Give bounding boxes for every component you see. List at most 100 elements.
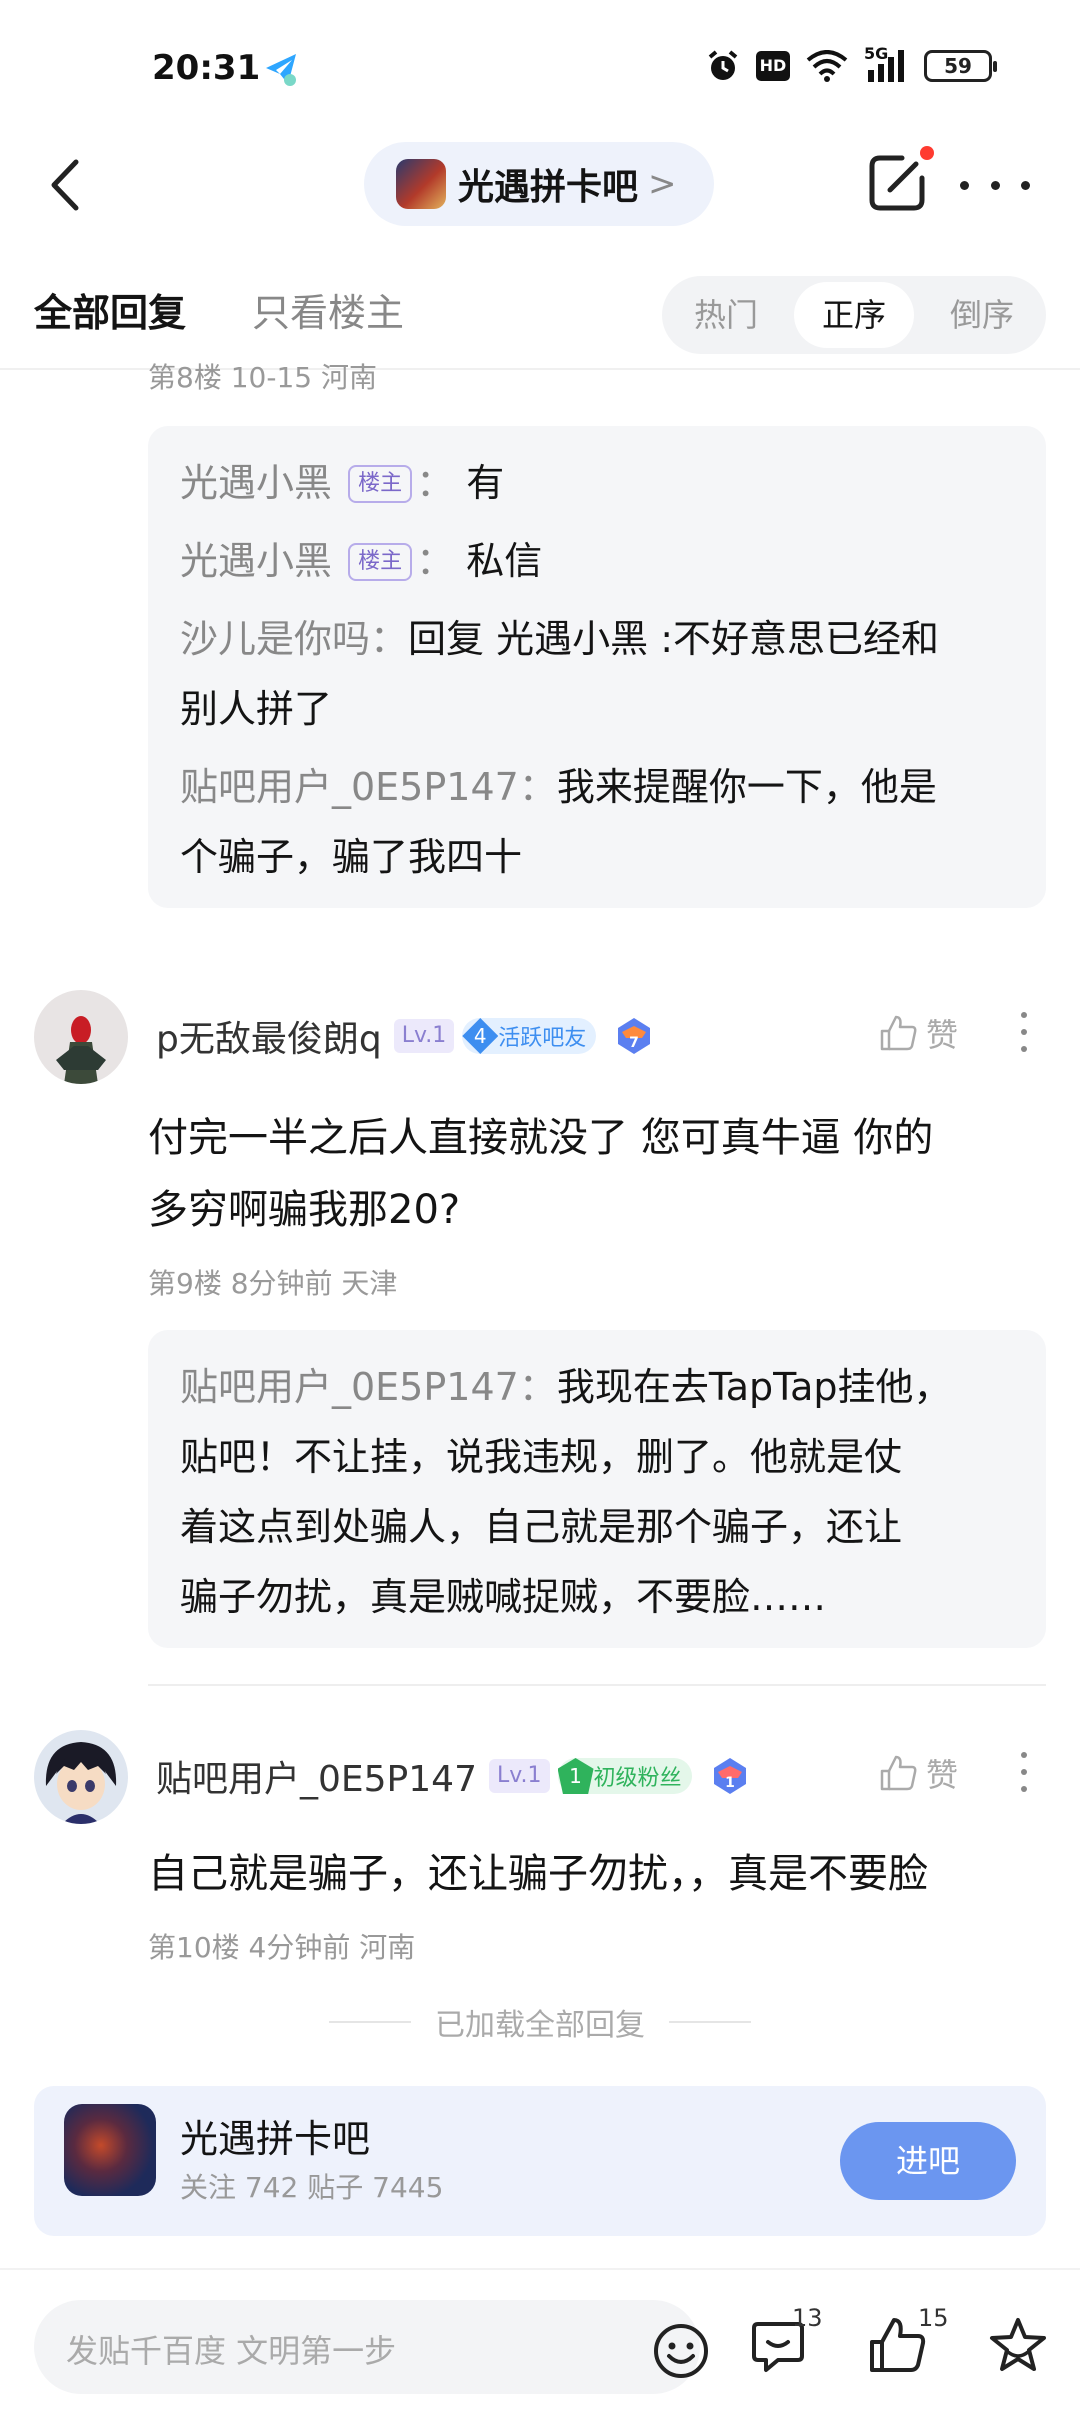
forum-avatar: [396, 159, 446, 209]
post-text-line: 付完一半之后人直接就没了 您可真牛逼 你的: [148, 1115, 934, 1161]
wifi-icon: [806, 50, 848, 82]
hd-icon: HD: [756, 51, 790, 81]
user-info-row: 贴吧用户_0E5P147 Lv.1 1 初级粉丝 1: [156, 1746, 750, 1806]
sub-reply-text: 个骗子，骗了我四十: [180, 835, 523, 879]
reply-input[interactable]: 发贴千百度 文明第一步: [34, 2300, 708, 2394]
member-badge: 4 活跃吧友: [462, 1018, 597, 1054]
post-more-icon[interactable]: [1018, 1012, 1030, 1052]
user-info-row: p无敌最俊朗q Lv.1 4 活跃吧友 7: [156, 1006, 654, 1066]
post-content: 自己就是骗子，还让骗子勿扰，，真是不要脸: [148, 1851, 928, 1897]
sort-segmented-control: 热门 正序 倒序: [662, 276, 1046, 354]
reply-filter-bar: 全部回复 只看楼主 热门 正序 倒序: [0, 260, 1080, 370]
forum-name: 光遇拼卡吧: [458, 167, 639, 208]
like-button[interactable]: 赞: [878, 1010, 958, 1056]
sub-reply-user[interactable]: 贴吧用户_0E5P147: [180, 765, 519, 809]
rank-number: 7: [629, 1035, 639, 1051]
sub-reply-text: 有: [466, 461, 505, 505]
post-detail-page: 20:31 HD 5G 59 光遇拼卡吧 > 全部回复 只看楼主 热门 正序 倒…: [0, 0, 1080, 2412]
sub-reply-text: 我现在去TapTap挂他，: [556, 1365, 952, 1409]
emoji-icon[interactable]: [652, 2322, 710, 2380]
like-label: 赞: [926, 1016, 959, 1054]
sub-reply-user[interactable]: 光遇小黑: [180, 539, 332, 583]
sub-reply-user[interactable]: 贴吧用户_0E5P147: [180, 1365, 519, 1409]
like-button[interactable]: 赞: [878, 1750, 958, 1796]
level-badge: Lv.1: [488, 1759, 550, 1793]
sort-ascending[interactable]: 正序: [794, 282, 914, 348]
floor-meta: 第10楼 4分钟前 河南: [148, 1931, 416, 1964]
tab-op-only[interactable]: 只看楼主: [252, 282, 404, 337]
notification-dot: [920, 146, 934, 160]
sub-reply: 沙儿是你吗：回复 光遇小黑 :不好意思已经和 别人拼了: [180, 604, 1014, 744]
join-forum-button[interactable]: 进吧: [840, 2122, 1016, 2200]
floor-meta: 第9楼 8分钟前 天津: [148, 1267, 398, 1300]
avatar[interactable]: [34, 990, 128, 1084]
forum-title-pill[interactable]: 光遇拼卡吧 >: [364, 142, 714, 226]
badge-level-icon: 1: [557, 1758, 594, 1794]
thumbs-up-icon: [880, 1755, 917, 1791]
floor-meta: 第8楼 10-15 河南: [148, 361, 377, 394]
sub-reply-text: 贴吧！不让挂，说我违规，删了。他就是仗: [180, 1435, 903, 1479]
sub-reply-text: 着这点到处骗人，自己就是那个骗子，还让: [180, 1505, 903, 1549]
badge-label: 活跃吧友: [498, 1026, 587, 1051]
rank-icon: 1: [713, 1758, 746, 1794]
badge-level-icon: 4: [462, 1018, 499, 1054]
alarm-icon: [708, 50, 738, 80]
divider-line: [329, 2021, 411, 2023]
member-badge: 1 初级粉丝: [557, 1758, 692, 1794]
nav-bar: 光遇拼卡吧 >: [0, 130, 1080, 240]
star-icon[interactable]: [986, 2314, 1050, 2378]
badge-label: 初级粉丝: [593, 1766, 682, 1791]
rank-number: 1: [725, 1775, 735, 1791]
all-loaded-text: 已加载全部回复: [435, 2008, 645, 2043]
sort-hot[interactable]: 热门: [662, 276, 790, 354]
sub-reply-box[interactable]: 贴吧用户_0E5P147：我现在去TapTap挂他， 贴吧！不让挂，说我违规，删…: [148, 1330, 1046, 1648]
thumbs-up-icon: [880, 1015, 917, 1051]
status-time: 20:31: [152, 48, 261, 88]
separator: ：: [518, 765, 557, 809]
like-count: 15: [918, 2304, 949, 2332]
sub-reply: 光遇小黑 楼主： 有: [180, 448, 1014, 518]
sub-reply-user[interactable]: 光遇小黑: [180, 461, 332, 505]
username[interactable]: 贴吧用户_0E5P147: [156, 1750, 477, 1802]
signal-5g-icon: 5G: [864, 44, 908, 84]
sub-reply-text: 别人拼了: [180, 687, 333, 731]
level-badge: Lv.1: [393, 1019, 455, 1053]
reply-input-placeholder: 发贴千百度 文明第一步: [66, 2332, 397, 2370]
all-loaded-indicator: 已加载全部回复: [0, 2000, 1080, 2044]
back-icon[interactable]: [40, 152, 100, 218]
edit-icon[interactable]: [862, 148, 932, 218]
avatar[interactable]: [34, 1730, 128, 1824]
forum-avatar: [64, 2104, 156, 2196]
sub-reply-box[interactable]: 光遇小黑 楼主： 有 光遇小黑 楼主： 私信 沙儿是你吗：回复 光遇小黑 :不好…: [148, 426, 1046, 908]
divider-line: [669, 2021, 751, 2023]
op-badge: 楼主: [348, 543, 413, 581]
username[interactable]: p无敌最俊朗q: [156, 1010, 382, 1062]
tab-all-replies[interactable]: 全部回复: [34, 282, 186, 337]
op-badge: 楼主: [348, 465, 413, 503]
status-icons: HD 5G 59: [706, 44, 997, 84]
forum-card[interactable]: 光遇拼卡吧 关注 742 贴子 7445 进吧: [34, 2086, 1046, 2236]
sub-reply: 贴吧用户_0E5P147：我现在去TapTap挂他， 贴吧！不让挂，说我违规，删…: [180, 1352, 1014, 1632]
sub-reply-user[interactable]: 沙儿是你吗: [180, 617, 370, 661]
bottom-action-bar: 发贴千百度 文明第一步 13 15: [0, 2268, 1080, 2412]
post-text-line: 多穷啊骗我那20?: [148, 1187, 461, 1233]
comment-count: 13: [792, 2304, 823, 2332]
more-options-icon[interactable]: [960, 160, 1030, 210]
like-label: 赞: [926, 1756, 959, 1794]
sub-reply-text: 骗子勿扰，真是贼喊捉贼，不要脸……: [180, 1575, 827, 1619]
sub-reply-text: 回复 光遇小黑 :不好意思已经和: [408, 617, 939, 661]
sub-reply-text: 私信: [466, 539, 543, 583]
forum-card-name: 光遇拼卡吧: [180, 2117, 371, 2161]
status-bar: 20:31 HD 5G 59: [0, 0, 1080, 130]
post-content: 付完一半之后人直接就没了 您可真牛逼 你的 多穷啊骗我那20?: [148, 1102, 1048, 1246]
app-notify-icon: [266, 54, 296, 86]
rank-icon: 7: [618, 1018, 651, 1054]
post-divider: [148, 1684, 1046, 1686]
forum-card-stats: 关注 742 贴子 7445: [180, 2171, 444, 2204]
separator: ：: [518, 1365, 557, 1409]
sort-descending[interactable]: 倒序: [918, 276, 1046, 354]
post-more-icon[interactable]: [1018, 1752, 1030, 1792]
battery-icon: 59: [924, 50, 997, 82]
sub-reply: 光遇小黑 楼主： 私信: [180, 526, 1014, 596]
sub-reply-text: 我来提醒你一下，他是: [556, 765, 937, 809]
